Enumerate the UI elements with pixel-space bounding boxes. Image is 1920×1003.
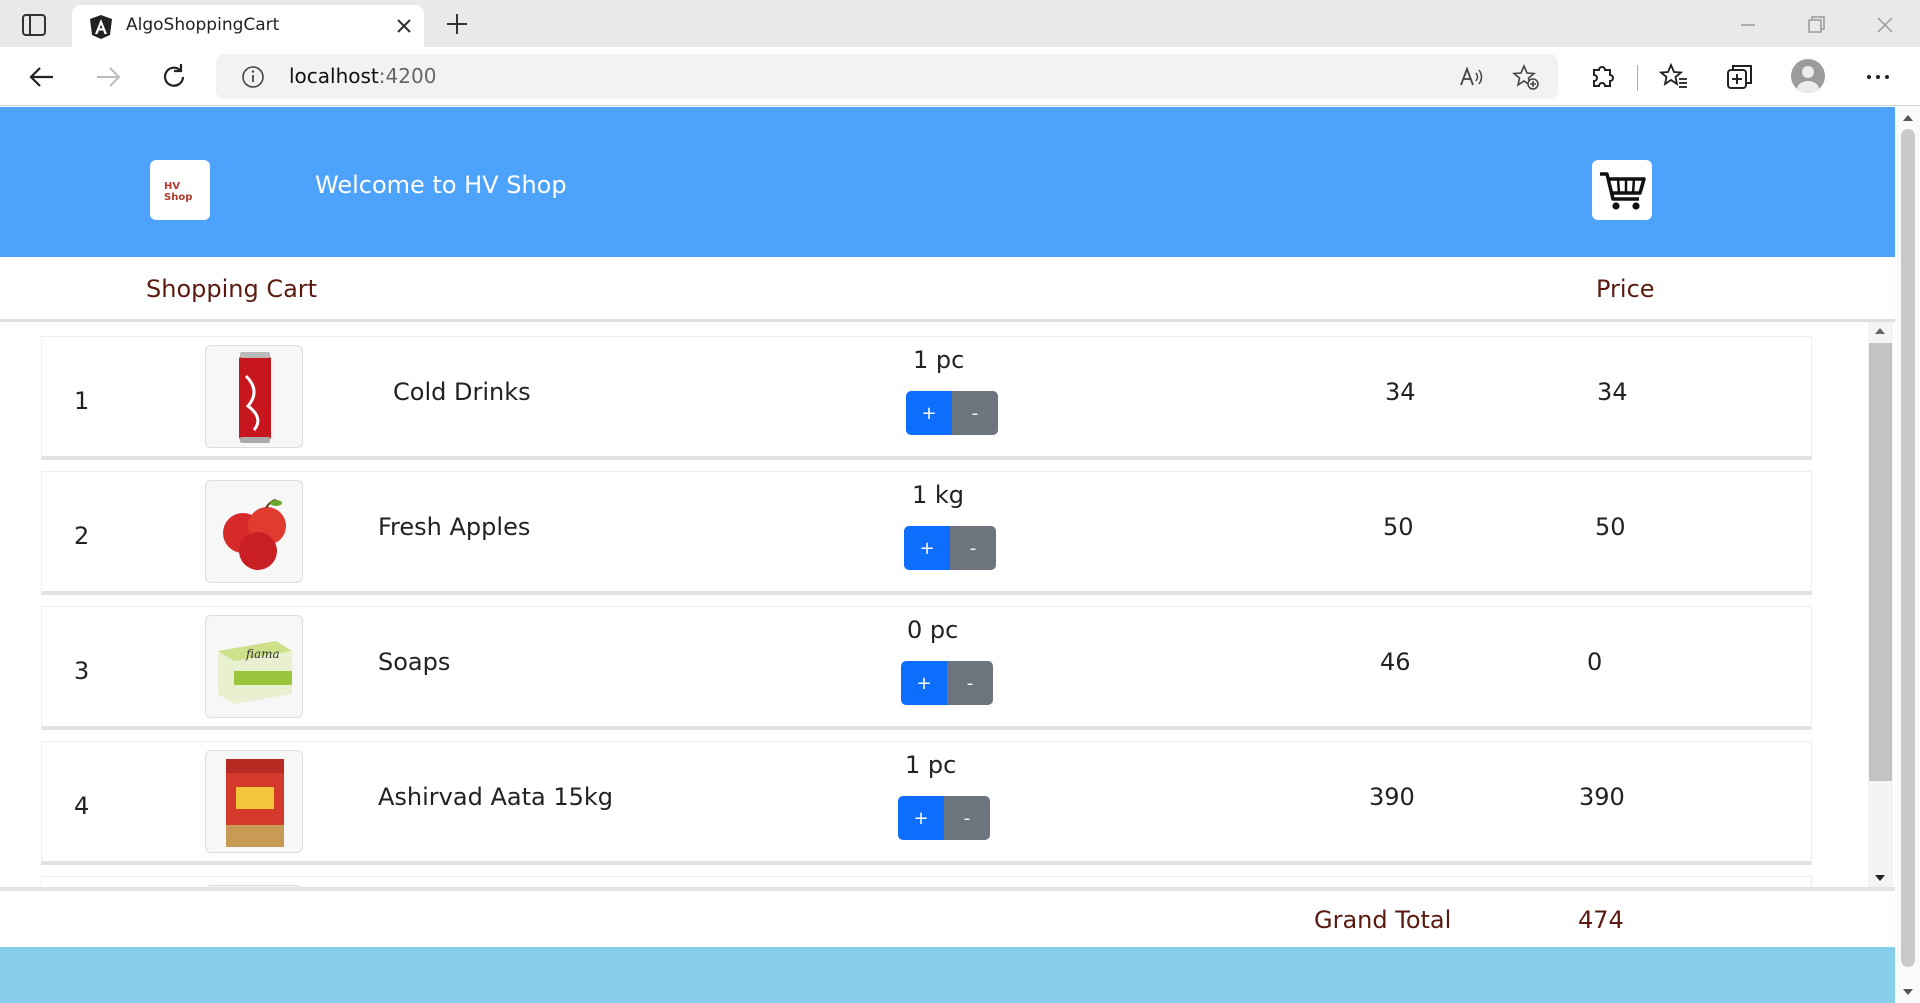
- page-scroll-up-icon[interactable]: [1902, 113, 1914, 123]
- row-number: 1: [74, 387, 90, 415]
- row-number: 3: [74, 657, 90, 685]
- cart-row: 4 Ashirvad Aata 15kg 1 pc + - 390 390: [41, 741, 1812, 865]
- decrease-quantity-button[interactable]: -: [950, 526, 996, 570]
- cart-row: 2 Fresh Apples 1 kg + - 50 50: [41, 471, 1812, 595]
- quantity-text: 0 pc: [907, 616, 959, 644]
- apples-image: [223, 499, 286, 570]
- page-scrollbar[interactable]: [1895, 107, 1920, 1003]
- shop-logo[interactable]: HV Shop: [150, 160, 210, 220]
- page-viewport: HV Shop Welcome to HV Shop Shopping Cart…: [0, 107, 1920, 1003]
- scroll-up-icon[interactable]: [1874, 326, 1886, 336]
- decrease-quantity-button[interactable]: -: [952, 391, 998, 435]
- angular-icon: [90, 15, 112, 39]
- collections-icon[interactable]: [1724, 61, 1756, 93]
- product-name: Cold Drinks: [393, 378, 531, 406]
- product-thumbnail: fiama: [205, 615, 303, 718]
- grand-total-label: Grand Total: [1314, 906, 1452, 934]
- page-footer: [0, 947, 1895, 1003]
- cola-can-image: [239, 352, 271, 443]
- line-price: 34: [1597, 378, 1628, 406]
- product-name: Soaps: [378, 648, 451, 676]
- shopping-cart-icon: [1600, 172, 1646, 210]
- aata-bag-image: [226, 759, 284, 847]
- quantity-text: 1 pc: [905, 751, 957, 779]
- cart-list-scrollbar[interactable]: [1868, 322, 1893, 887]
- increase-quantity-button[interactable]: +: [901, 661, 947, 705]
- cart-column-title: Shopping Cart: [146, 275, 318, 303]
- add-favorite-icon[interactable]: [1512, 63, 1540, 91]
- cart-row: 3 fiama Soaps 0 pc + - 46 0: [41, 606, 1812, 730]
- close-tab-icon[interactable]: [392, 14, 416, 38]
- product-thumbnail: [205, 345, 303, 448]
- scroll-down-icon[interactable]: [1874, 873, 1886, 883]
- address-bar[interactable]: localhost:4200: [216, 54, 1558, 99]
- welcome-text: Welcome to HV Shop: [315, 171, 567, 199]
- logo-text: HV Shop: [164, 181, 193, 203]
- minimize-icon[interactable]: [1735, 12, 1761, 38]
- cart-button[interactable]: [1592, 160, 1652, 220]
- browser-tab-bar: AlgoShoppingCart: [0, 0, 1920, 47]
- new-tab-icon[interactable]: [443, 10, 471, 38]
- more-options-icon[interactable]: [1862, 61, 1894, 93]
- profile-avatar[interactable]: [1791, 59, 1825, 93]
- line-price: 390: [1579, 783, 1625, 811]
- increase-quantity-button[interactable]: +: [898, 796, 944, 840]
- cart-list-scroll-thumb[interactable]: [1869, 343, 1892, 781]
- unit-price: 34: [1385, 378, 1416, 406]
- extensions-icon[interactable]: [1586, 61, 1618, 93]
- back-arrow-icon[interactable]: [26, 61, 58, 93]
- row-number: 2: [74, 522, 90, 550]
- user-icon: [1797, 66, 1819, 93]
- page-scroll-down-icon[interactable]: [1902, 987, 1914, 997]
- unit-price: 46: [1380, 648, 1411, 676]
- line-price: 50: [1595, 513, 1626, 541]
- browser-tab[interactable]: AlgoShoppingCart: [72, 5, 424, 47]
- favorites-icon[interactable]: [1658, 61, 1690, 93]
- read-aloud-icon[interactable]: [1457, 63, 1485, 91]
- cart-list[interactable]: 1 Cold Drinks 1 pc + - 34 34 2 Fresh App…: [0, 322, 1895, 887]
- price-column-title: Price: [1596, 275, 1655, 303]
- quantity-text: 1 kg: [912, 481, 965, 509]
- product-thumbnail: [205, 480, 303, 583]
- unit-price: 390: [1369, 783, 1415, 811]
- forward-arrow-icon[interactable]: [92, 61, 124, 93]
- decrease-quantity-button[interactable]: -: [944, 796, 990, 840]
- unit-price: 50: [1383, 513, 1414, 541]
- page-scroll-thumb[interactable]: [1901, 129, 1915, 967]
- decrease-quantity-button[interactable]: -: [947, 661, 993, 705]
- refresh-icon[interactable]: [158, 61, 190, 93]
- browser-toolbar: localhost:4200: [0, 47, 1920, 106]
- increase-quantity-button[interactable]: +: [904, 526, 950, 570]
- row-number: 4: [74, 792, 90, 820]
- quantity-text: 1 pc: [913, 346, 965, 374]
- line-price: 0: [1587, 648, 1603, 676]
- total-divider: [0, 887, 1895, 891]
- toolbar-separator: [1637, 65, 1638, 91]
- product-name: Fresh Apples: [378, 513, 531, 541]
- product-thumbnail: [205, 750, 303, 853]
- close-window-icon[interactable]: [1872, 12, 1898, 38]
- restore-icon[interactable]: [1803, 12, 1829, 38]
- increase-quantity-button[interactable]: +: [906, 391, 952, 435]
- url-text: localhost:4200: [289, 64, 437, 88]
- cart-row: [41, 876, 1812, 887]
- tab-actions-icon[interactable]: [20, 12, 50, 38]
- grand-total-value: 474: [1578, 906, 1624, 934]
- shop-header: HV Shop Welcome to HV Shop: [0, 107, 1895, 257]
- site-info-icon[interactable]: [240, 64, 266, 90]
- product-name: Ashirvad Aata 15kg: [378, 783, 613, 811]
- cart-row: 1 Cold Drinks 1 pc + - 34 34: [41, 336, 1812, 460]
- svg-text:fiama: fiama: [245, 647, 280, 661]
- tab-title: AlgoShoppingCart: [126, 15, 280, 35]
- soap-box-image: fiama: [218, 641, 292, 704]
